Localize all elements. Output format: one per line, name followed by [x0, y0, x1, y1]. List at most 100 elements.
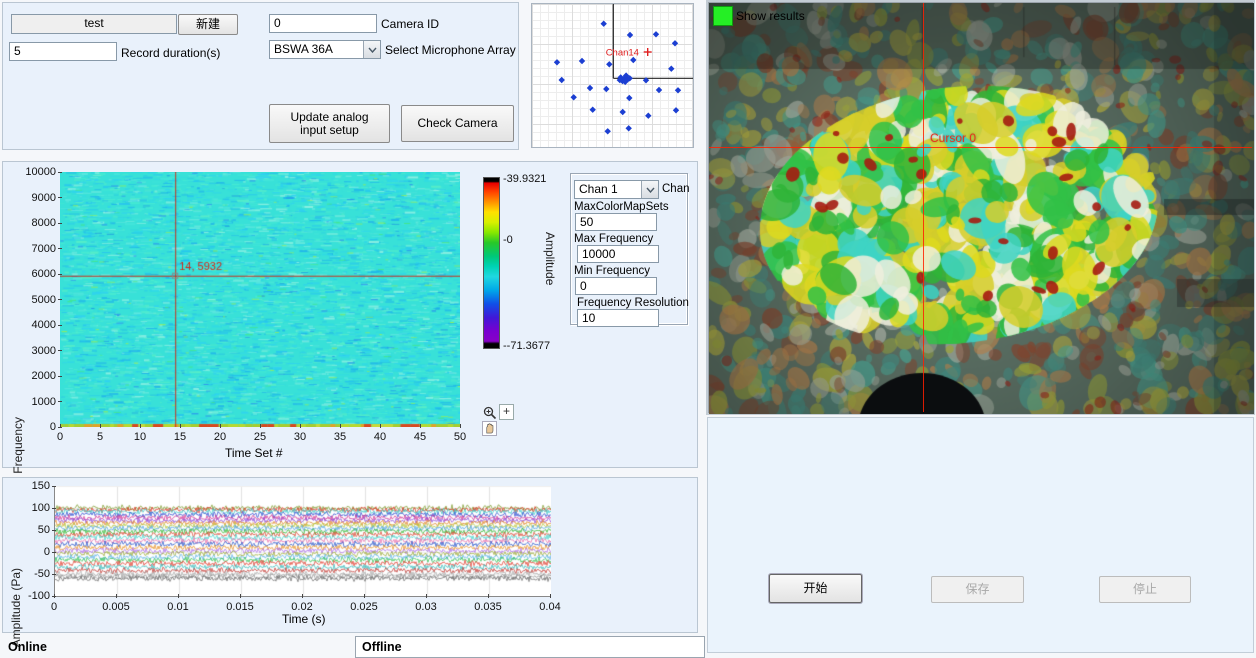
colorbar-mid-label: -0 [503, 234, 513, 246]
chevron-down-icon[interactable] [641, 181, 658, 198]
update-analog-input-button[interactable]: Update analog input setup [269, 104, 390, 143]
tick-label: 10 [134, 431, 146, 443]
svg-text:Chan14: Chan14 [606, 48, 639, 59]
zoom-tool-icon[interactable] [482, 405, 497, 420]
colorbar-title: Amplitude [543, 232, 557, 285]
acoustic-camera-app: test 新建 5 Record duration(s) 0 Camera ID… [0, 0, 1256, 658]
max-frequency-label: Max Frequency [574, 233, 653, 245]
tick-label: 10000 [25, 166, 56, 178]
analysis-controls-group: Chan 1 Chan MaxColorMapSets 50 Max Frequ… [570, 173, 688, 325]
tick-mark [58, 299, 62, 300]
mic-array-plot[interactable]: Chan14 [531, 3, 694, 148]
camera-cursor-vline[interactable] [923, 3, 924, 412]
tick-mark [364, 594, 365, 598]
waveform-xlabel: Time (s) [282, 612, 326, 626]
new-button[interactable]: 新建 [178, 14, 238, 35]
check-camera-button[interactable]: Check Camera [401, 105, 514, 142]
tick-label: 8000 [32, 217, 56, 229]
tick-mark [220, 424, 221, 428]
tick-mark [420, 424, 421, 428]
tick-mark [100, 424, 101, 428]
test-name-field[interactable]: test [11, 14, 177, 34]
waveform-graph[interactable] [54, 486, 551, 597]
tick-mark [140, 424, 141, 428]
frequency-resolution-label: Frequency Resolution [577, 297, 689, 309]
online-status-label: Online [8, 640, 47, 654]
mic-array-scatter: Chan14 [532, 4, 693, 147]
tick-label: 50 [454, 431, 466, 443]
tick-label: 0.03 [415, 601, 436, 613]
chevron-down-icon[interactable] [363, 41, 380, 58]
tick-mark [488, 594, 489, 598]
save-button[interactable]: 保存 [931, 576, 1024, 603]
tick-label: 15 [174, 431, 186, 443]
actions-panel: 开始 保存 停止 [707, 417, 1254, 653]
camera-id-input[interactable]: 0 [269, 14, 377, 33]
tick-mark [52, 574, 56, 575]
tick-label: 5000 [32, 294, 56, 306]
channel-select[interactable]: Chan 1 [574, 180, 659, 199]
tick-mark [240, 594, 241, 598]
tick-label: -100 [28, 590, 50, 602]
max-frequency-input[interactable]: 10000 [577, 245, 659, 263]
tick-mark [300, 424, 301, 428]
tick-label: 25 [254, 431, 266, 443]
max-colormap-input[interactable]: 50 [575, 213, 657, 231]
channel-selected-value: Chan 1 [575, 181, 641, 198]
tick-mark [52, 508, 56, 509]
frequency-resolution-input[interactable]: 10 [577, 309, 659, 327]
tick-label: 100 [32, 502, 50, 514]
tick-label: 40 [374, 431, 386, 443]
colorbar-min-label: --71.3677 [503, 340, 550, 352]
tick-mark [178, 594, 179, 598]
tick-label: 35 [334, 431, 346, 443]
record-duration-input[interactable]: 5 [9, 42, 117, 61]
tick-label: 3000 [32, 345, 56, 357]
camera-cursor-hline[interactable] [709, 147, 1252, 148]
tick-mark [54, 594, 55, 598]
camera-id-label: Camera ID [381, 17, 439, 31]
channel-label: Chan [662, 183, 690, 195]
tick-label: 0 [51, 601, 57, 613]
tick-mark [52, 530, 56, 531]
tick-label: 5 [97, 431, 103, 443]
offline-status-indicator: Offline [355, 636, 705, 658]
tick-label: 0.01 [167, 601, 188, 613]
stop-button[interactable]: 停止 [1099, 576, 1191, 603]
max-colormap-label: MaxColorMapSets [574, 201, 669, 213]
tick-mark [180, 424, 181, 428]
start-button[interactable]: 开始 [769, 574, 862, 603]
camera-view-panel[interactable]: Cursor 0 Show results [706, 0, 1255, 415]
tick-mark [52, 486, 56, 487]
mic-array-selected-value: BSWA 36A [270, 41, 363, 58]
tick-label: 0.015 [226, 601, 254, 613]
min-frequency-input[interactable]: 0 [575, 277, 657, 295]
tick-mark [260, 424, 261, 428]
tick-mark [58, 274, 62, 275]
tick-mark [302, 594, 303, 598]
amplitude-colorbar[interactable] [483, 177, 500, 349]
tick-mark [58, 197, 62, 198]
tick-mark [340, 424, 341, 428]
tick-mark [58, 401, 62, 402]
mic-array-label: Select Microphone Array [385, 43, 516, 57]
tick-mark [58, 376, 62, 377]
tick-label: 30 [294, 431, 306, 443]
tick-label: -50 [34, 568, 50, 580]
show-results-checkbox[interactable] [713, 6, 733, 26]
tick-label: 7000 [32, 243, 56, 255]
camera-cursor-label: Cursor 0 [930, 131, 976, 145]
waveform-ylabel: Amplitude (Pa) [9, 568, 23, 647]
acoustic-heatmap-image[interactable] [709, 3, 1254, 414]
tick-label: 45 [414, 431, 426, 443]
tick-mark [426, 594, 427, 598]
cursor-move-tool-icon[interactable]: + [499, 404, 514, 420]
tick-label: 150 [32, 480, 50, 492]
spectrogram-graph[interactable] [60, 172, 460, 427]
tick-mark [116, 594, 117, 598]
tick-label: 0.035 [474, 601, 502, 613]
mic-array-select[interactable]: BSWA 36A [269, 40, 381, 59]
pan-hand-tool-icon[interactable] [482, 421, 497, 436]
colorbar-max-label: -39.9321 [503, 173, 546, 185]
tick-mark [460, 424, 461, 428]
